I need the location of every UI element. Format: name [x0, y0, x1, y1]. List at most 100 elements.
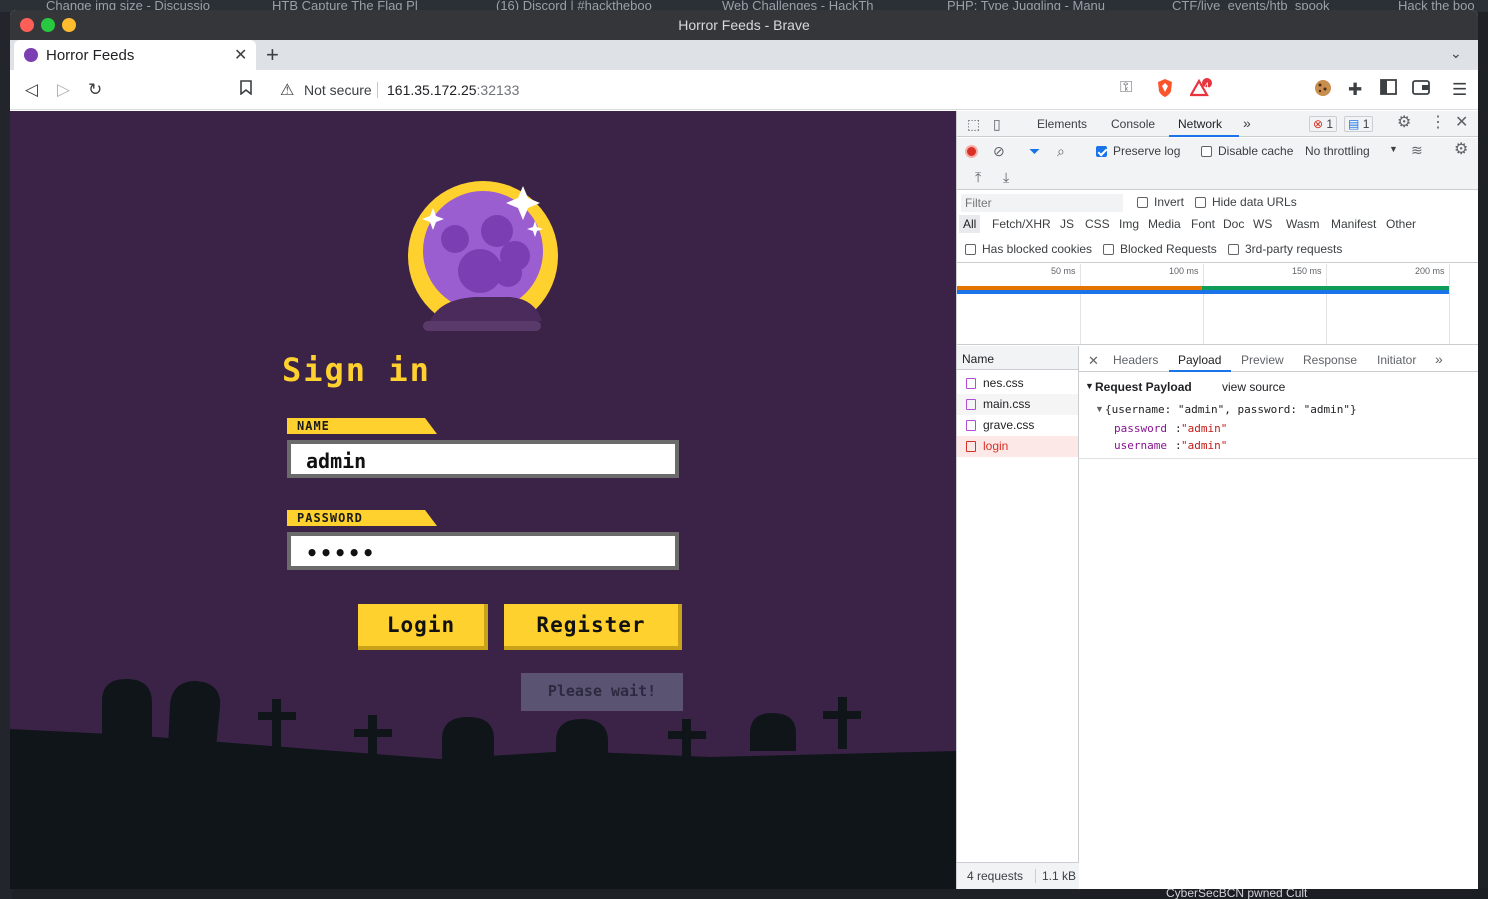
tab-console[interactable]: Console — [1111, 117, 1155, 131]
clear-icon[interactable]: ⊘ — [993, 144, 1005, 158]
import-har-icon[interactable]: ⤒ — [975, 170, 981, 184]
network-timeline[interactable]: 50 ms 100 ms 150 ms 200 ms — [957, 264, 1478, 345]
security-label[interactable]: Not secure — [304, 82, 372, 98]
type-filter-doc[interactable]: Doc — [1219, 215, 1248, 233]
expand-triangle-icon[interactable]: ▼ — [1085, 381, 1094, 391]
tab-response[interactable]: Response — [1303, 346, 1357, 372]
password-input[interactable]: ••••• — [287, 532, 679, 570]
type-filter-other[interactable]: Other — [1382, 215, 1420, 233]
key-icon[interactable]: ⚿ — [1120, 79, 1132, 97]
close-details-icon[interactable]: ✕ — [1088, 346, 1099, 372]
type-filter-fetch[interactable]: Fetch/XHR — [988, 215, 1055, 233]
error-icon: ⊗ — [1313, 117, 1324, 131]
type-filter-manifest[interactable]: Manifest — [1327, 215, 1380, 233]
tab-network[interactable]: Network — [1178, 117, 1222, 131]
invert-checkbox[interactable] — [1137, 197, 1148, 208]
new-tab-button[interactable]: + — [266, 42, 279, 68]
blocked-requests-checkbox[interactable] — [1103, 244, 1114, 255]
filter-input[interactable] — [961, 194, 1123, 212]
invert-label: Invert — [1154, 195, 1185, 209]
disable-cache-checkbox[interactable] — [1201, 146, 1212, 157]
hide-data-urls-checkbox[interactable] — [1195, 197, 1206, 208]
third-party-requests-checkbox[interactable] — [1228, 244, 1239, 255]
tab-search-chevron-icon[interactable]: ⌄ — [1450, 45, 1462, 62]
back-icon[interactable]: ◁ — [25, 80, 38, 100]
tab-close-icon[interactable]: ✕ — [234, 45, 247, 65]
has-blocked-cookies-checkbox[interactable] — [965, 244, 976, 255]
type-filter-all[interactable]: All — [959, 215, 981, 233]
request-name: main.css — [983, 397, 1031, 411]
tab-payload[interactable]: Payload — [1178, 346, 1221, 372]
brave-rewards-icon[interactable]: 4 — [1189, 78, 1212, 103]
view-source-link[interactable]: view source — [1222, 380, 1285, 394]
filter-funnel-icon[interactable]: ⏷ — [1029, 144, 1040, 158]
device-toolbar-icon[interactable]: ▯ — [993, 117, 1001, 131]
tab-elements[interactable]: Elements — [1037, 117, 1087, 131]
inspect-element-icon[interactable]: ⬚ — [967, 117, 980, 131]
warning-icon[interactable]: ⚠ — [280, 80, 294, 100]
type-filter-ws[interactable]: WS — [1249, 215, 1276, 233]
error-count: 1 — [1326, 117, 1334, 131]
bookmark-icon[interactable] — [240, 80, 252, 100]
request-row[interactable]: nes.css — [957, 373, 1078, 394]
timeline-gridline — [1080, 264, 1081, 344]
timeline-tick: 50 ms — [1051, 266, 1076, 276]
throttling-dropdown-icon[interactable]: ▼ — [1389, 144, 1398, 154]
search-icon[interactable]: ⌕ — [1057, 144, 1065, 158]
timeline-tick: 100 ms — [1169, 266, 1199, 276]
password-label: PASSWORD — [287, 510, 437, 526]
type-filter-css[interactable]: CSS — [1081, 215, 1114, 233]
export-har-icon[interactable]: ⤓ — [1003, 170, 1009, 184]
timeline-tick: 200 ms — [1415, 266, 1445, 276]
tab-headers[interactable]: Headers — [1113, 346, 1158, 372]
request-row[interactable]: main.css — [957, 394, 1078, 415]
object-expand-icon[interactable]: ▼ — [1095, 404, 1104, 414]
type-filter-wasm[interactable]: Wasm — [1282, 215, 1324, 233]
network-status-bar: 4 requests 1.1 kB — [957, 862, 1079, 889]
url-text[interactable]: 161.35.172.25:32133 — [387, 82, 519, 98]
name-column-header[interactable]: Name — [957, 346, 1078, 370]
payload-title[interactable]: Request Payload — [1095, 380, 1192, 394]
message-count-badge[interactable]: ▤ 1 — [1344, 116, 1374, 132]
tab-horror-feeds[interactable]: Horror Feeds ✕ — [14, 40, 256, 70]
name-input[interactable]: admin — [287, 440, 679, 478]
record-icon[interactable] — [965, 145, 978, 158]
brave-shields-icon[interactable] — [1156, 78, 1174, 103]
type-filter-img[interactable]: Img — [1115, 215, 1143, 233]
disable-cache-label: Disable cache — [1218, 144, 1294, 158]
wallet-icon[interactable] — [1412, 80, 1430, 100]
network-conditions-icon[interactable]: ≋ — [1411, 143, 1423, 157]
request-row-selected[interactable]: login — [957, 436, 1078, 457]
throttling-select[interactable]: No throttling — [1305, 144, 1370, 158]
menu-icon[interactable]: ☰ — [1452, 80, 1467, 100]
close-devtools-icon[interactable]: ✕ — [1455, 115, 1468, 131]
message-count: 1 — [1362, 117, 1370, 131]
css-file-icon — [966, 378, 976, 389]
name-label: NAME — [287, 418, 437, 434]
tab-preview[interactable]: Preview — [1241, 346, 1284, 372]
type-filter-js[interactable]: JS — [1056, 215, 1078, 233]
register-button[interactable]: Register — [504, 604, 682, 650]
more-detail-tabs-chevron-icon[interactable]: » — [1435, 346, 1443, 372]
login-button[interactable]: Login — [358, 604, 488, 650]
address-bar[interactable]: ⚠ Not secure 161.35.172.25:32133 ⚿ — [270, 76, 1230, 104]
type-filter-media[interactable]: Media — [1144, 215, 1185, 233]
rewards-badge: 4 — [1204, 81, 1210, 91]
settings-gear-icon[interactable]: ⚙ — [1397, 115, 1411, 131]
extensions-puzzle-icon[interactable]: ✚ — [1348, 80, 1362, 100]
url-port: :32133 — [476, 82, 520, 98]
tab-title: Horror Feeds — [46, 47, 135, 64]
sidebar-icon[interactable] — [1380, 79, 1397, 100]
forward-icon[interactable]: ▷ — [57, 80, 70, 100]
cookie-icon[interactable] — [1314, 79, 1332, 102]
request-row[interactable]: grave.css — [957, 415, 1078, 436]
type-filter-font[interactable]: Font — [1187, 215, 1219, 233]
error-count-badge[interactable]: ⊗ 1 — [1309, 116, 1338, 132]
preserve-log-checkbox[interactable] — [1096, 146, 1107, 157]
reload-icon[interactable]: ↻ — [88, 80, 102, 100]
more-options-icon[interactable]: ⋮ — [1430, 115, 1446, 131]
network-settings-gear-icon[interactable]: ⚙ — [1454, 142, 1468, 158]
tab-initiator[interactable]: Initiator — [1377, 346, 1416, 372]
more-tabs-chevron-icon[interactable]: » — [1243, 115, 1251, 131]
payload-summary[interactable]: {username: "admin", password: "admin"} — [1105, 403, 1357, 416]
